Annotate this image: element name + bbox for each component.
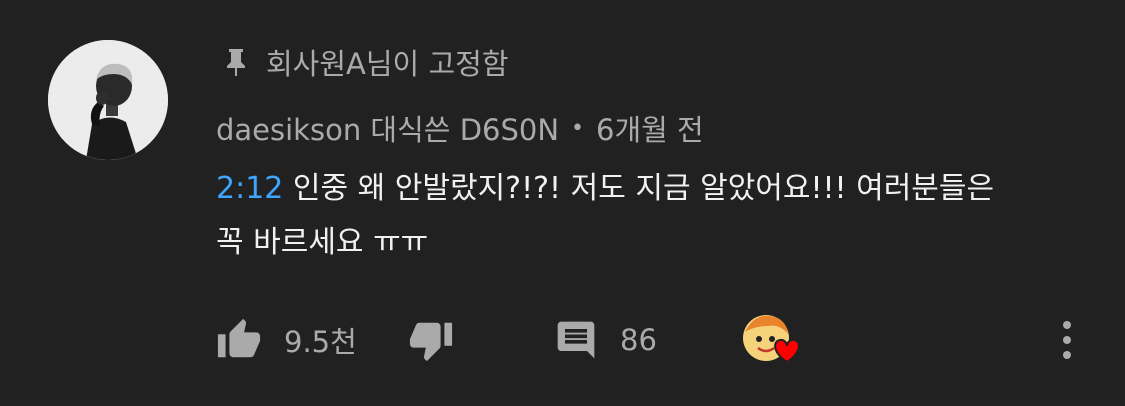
dislike-button[interactable] [408,312,454,368]
reply-button[interactable]: 86 [554,312,657,368]
like-button[interactable]: 9.5천 [216,312,357,368]
like-count: 9.5천 [284,325,357,359]
timestamp-link[interactable]: 2:12 [216,171,283,206]
comment-icon [554,318,598,362]
comment-actions: 9.5천 86 [216,312,1096,368]
comment-header: daesikson 대식쓴 D6S0N • 6개월 전 [216,106,704,150]
pinned-label: 회사원A님이 고정함 [266,47,509,81]
author-name[interactable]: daesikson 대식쓴 D6S0N [216,107,559,149]
avatar-image [48,40,168,160]
thumbs-down-icon [408,317,454,363]
more-vert-icon [1060,318,1074,362]
thumbs-up-icon [216,317,262,363]
comment-text: 2:12 인중 왜 안발랐지?!?! 저도 지금 알았어요!!! 여러분들은 꼭… [216,162,1096,270]
comment-text-line2: 꼭 바르세요 ㅠㅠ [216,225,429,260]
author-avatar[interactable] [48,40,168,160]
meta-separator: • [571,115,585,141]
more-options-button[interactable] [1060,312,1080,368]
creator-heart[interactable] [740,312,808,368]
comment-text-line1: 인중 왜 안발랐지?!?! 저도 지금 알았어요!!! 여러분들은 [283,171,995,206]
creator-heart-icon [740,312,808,368]
pinned-banner: 회사원A님이 고정함 [222,40,509,84]
pin-icon [222,47,250,77]
reply-count: 86 [620,323,657,357]
comment-time[interactable]: 6개월 전 [596,107,704,149]
